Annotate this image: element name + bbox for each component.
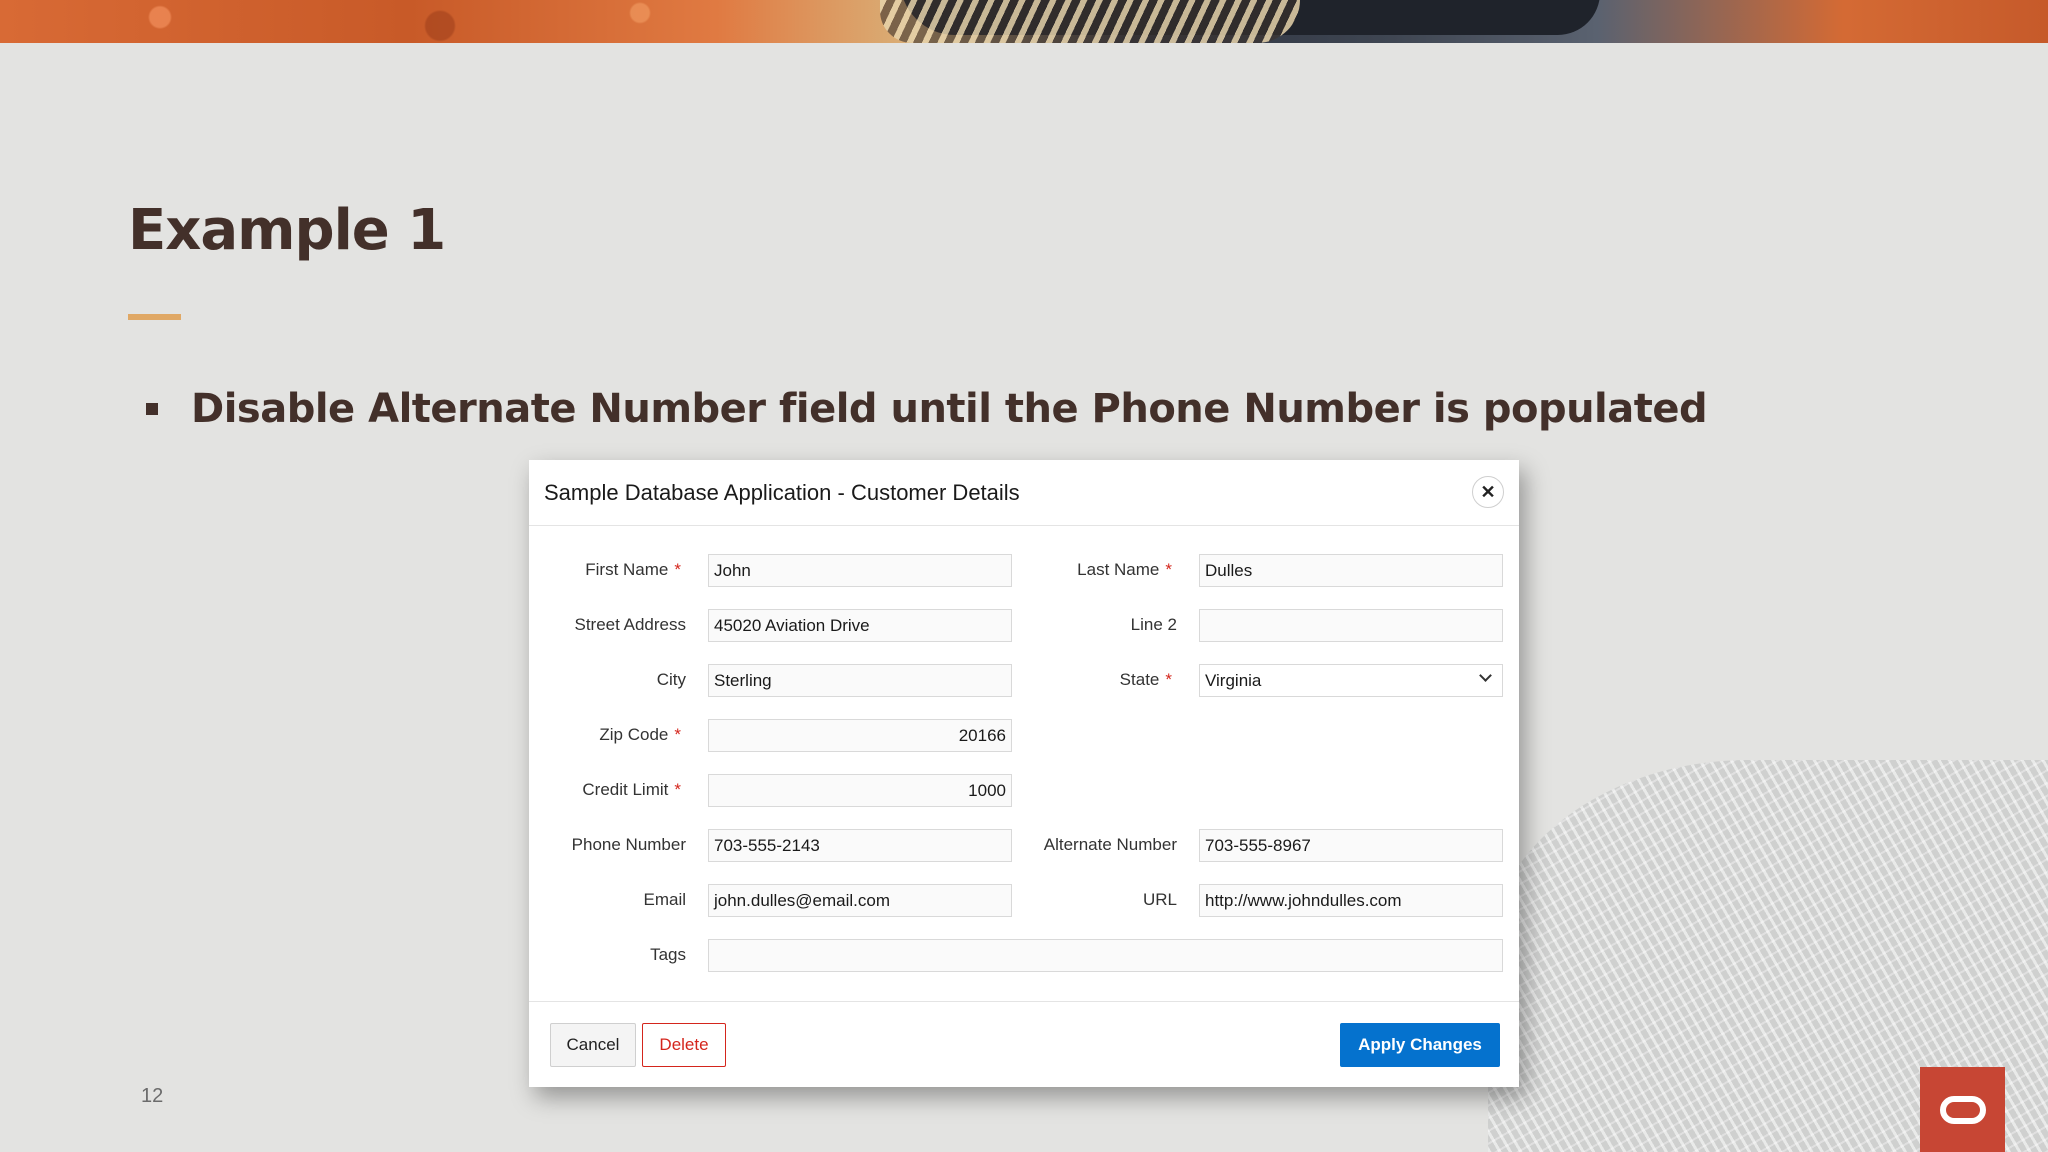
alternate-number-label: Alternate Number: [1043, 835, 1177, 854]
dialog-title: Sample Database Application - Customer D…: [544, 480, 1020, 505]
bullet-text: Disable Alternate Number field until the…: [191, 386, 1708, 432]
tags-label: Tags: [650, 945, 686, 964]
apply-changes-button[interactable]: Apply Changes: [1340, 1023, 1500, 1067]
url-label: URL: [1142, 890, 1177, 909]
url-field[interactable]: http://www.johndulles.com: [1199, 884, 1503, 917]
required-marker: *: [674, 780, 681, 799]
first-name-field[interactable]: John: [708, 554, 1012, 587]
phone-number-field[interactable]: 703-555-2143: [708, 829, 1012, 862]
zip-code-field[interactable]: 20166: [708, 719, 1012, 752]
city-field[interactable]: Sterling: [708, 664, 1012, 697]
slide-title: Example 1: [128, 198, 446, 263]
zip-code-label: Zip Code *: [599, 725, 681, 744]
dialog-header: Sample Database Application - Customer D…: [529, 460, 1519, 526]
line2-field[interactable]: [1199, 609, 1503, 642]
close-button[interactable]: ✕: [1472, 476, 1504, 508]
street-address-field[interactable]: 45020 Aviation Drive: [708, 609, 1012, 642]
required-marker: *: [674, 560, 681, 579]
delete-button[interactable]: Delete: [642, 1023, 726, 1067]
oracle-logo-icon: [1920, 1067, 2005, 1152]
street-address-label: Street Address: [574, 615, 686, 634]
state-select[interactable]: Virginia: [1199, 664, 1503, 697]
city-label: City: [656, 670, 686, 689]
required-marker: *: [1165, 560, 1172, 579]
email-label: Email: [643, 890, 686, 909]
cancel-button[interactable]: Cancel: [550, 1023, 636, 1067]
line2-label: Line 2: [1130, 615, 1177, 634]
decorative-banner: [0, 0, 2048, 43]
customer-details-dialog: Sample Database Application - Customer D…: [529, 460, 1519, 1087]
required-marker: *: [1165, 670, 1172, 689]
state-label: State *: [1119, 670, 1172, 689]
credit-limit-field[interactable]: 1000: [708, 774, 1012, 807]
title-underline: [128, 314, 181, 320]
close-icon: ✕: [1480, 481, 1496, 502]
first-name-label: First Name *: [585, 560, 681, 579]
alternate-number-field[interactable]: 703-555-8967: [1199, 829, 1503, 862]
page-number: 12: [141, 1085, 164, 1107]
phone-number-label: Phone Number: [571, 835, 686, 854]
bullet-item: Disable Alternate Number field until the…: [146, 386, 1708, 432]
chevron-down-icon: [1479, 669, 1492, 682]
required-marker: *: [674, 725, 681, 744]
tags-field[interactable]: [708, 939, 1503, 972]
last-name-label: Last Name *: [1077, 560, 1172, 579]
bullet-marker: [146, 403, 158, 415]
credit-limit-label: Credit Limit *: [582, 780, 681, 799]
email-field[interactable]: john.dulles@email.com: [708, 884, 1012, 917]
state-selected-value: Virginia: [1205, 671, 1262, 690]
last-name-field[interactable]: Dulles: [1199, 554, 1503, 587]
dialog-footer: Cancel Delete Apply Changes: [529, 1001, 1519, 1087]
